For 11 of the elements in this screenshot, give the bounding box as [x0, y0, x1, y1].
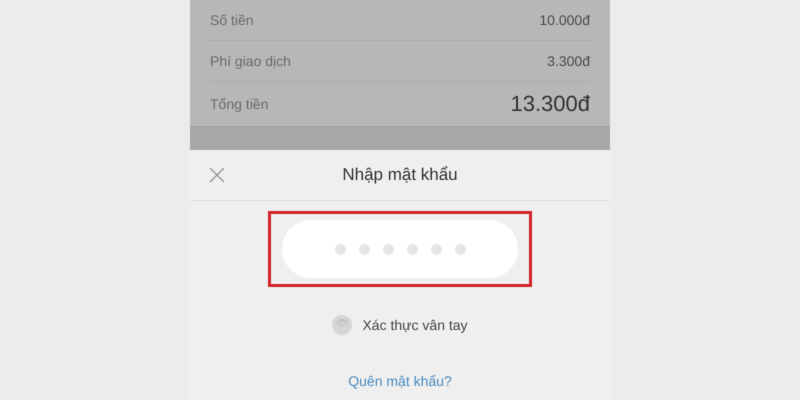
dialog-title: Nhập mật khẩu	[342, 165, 458, 185]
close-icon[interactable]	[208, 166, 226, 184]
row-label: Số tiền	[210, 12, 254, 28]
fingerprint-label[interactable]: Xác thực vân tay	[362, 317, 468, 333]
row-label: Phí giao dịch	[210, 53, 291, 69]
row-label: Tổng tiền	[210, 96, 268, 112]
row-value: 13.300đ	[510, 91, 590, 117]
row-value: 3.300đ	[547, 53, 590, 69]
row-value: 10.000đ	[539, 12, 590, 28]
fingerprint-icon[interactable]	[332, 315, 352, 335]
password-field[interactable]	[268, 211, 532, 287]
